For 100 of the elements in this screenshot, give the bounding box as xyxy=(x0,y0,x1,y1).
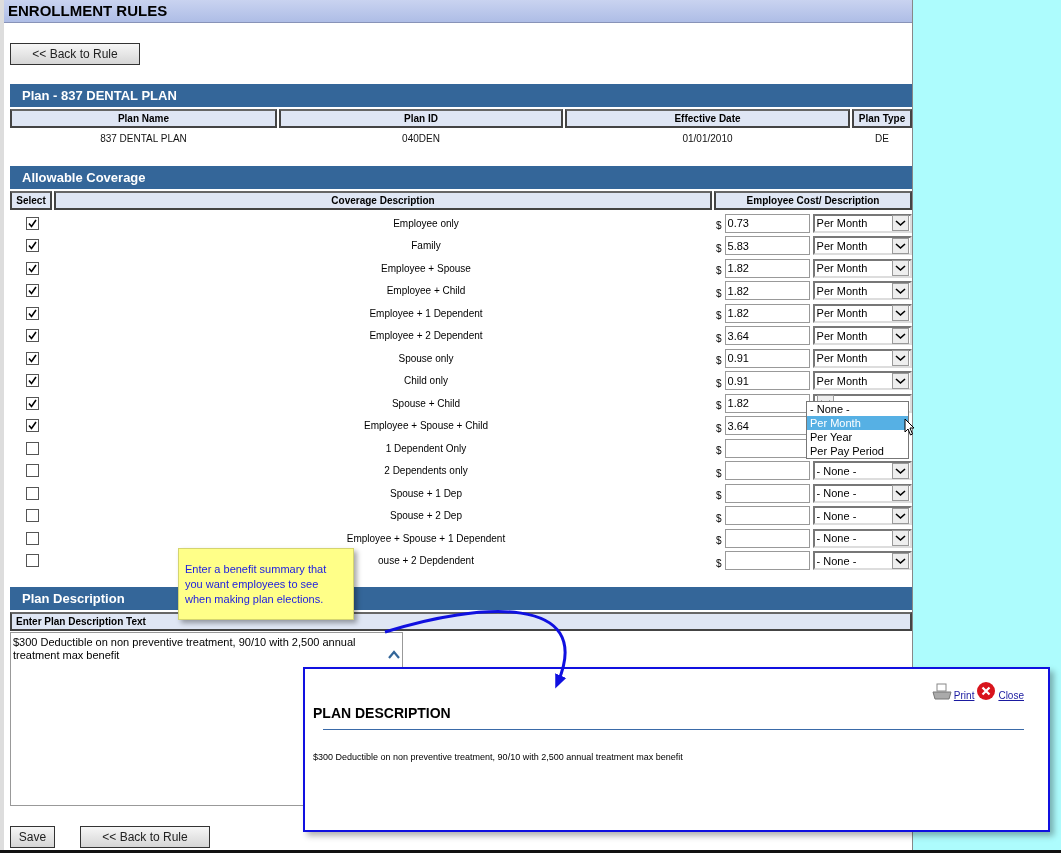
checkbox[interactable] xyxy=(25,216,39,230)
currency-symbol: $ xyxy=(716,355,722,367)
currency-symbol: $ xyxy=(716,445,722,457)
cost-field[interactable]: 0.91 xyxy=(724,371,810,391)
checkbox[interactable] xyxy=(25,486,39,500)
coverage-description: Spouse only xyxy=(397,352,455,364)
table-cell-text: 040DEN xyxy=(401,132,441,146)
coverage-description: Employee + 1 Dependent xyxy=(368,307,484,319)
cost-field[interactable] xyxy=(724,551,810,571)
coverage-description: Spouse + Child xyxy=(390,397,462,409)
currency-symbol: $ xyxy=(716,490,722,502)
column-header: Employee Cost/ Description xyxy=(714,191,912,210)
checkbox[interactable] xyxy=(25,419,39,433)
cost-field[interactable]: 1.82 xyxy=(724,281,810,301)
coverage-description: Child only xyxy=(403,375,449,387)
column-header: Coverage Description xyxy=(54,191,712,210)
back-button[interactable]: << Back to Rule xyxy=(80,826,210,848)
callout-note: Enter a benefit summary that you want employees to see when making plan elections. xyxy=(178,548,354,620)
printer-icon xyxy=(931,683,952,701)
coverage-description: ouse + 2 Depdendent xyxy=(377,555,475,567)
period-select[interactable]: Per Month xyxy=(812,326,912,346)
checkbox[interactable] xyxy=(25,261,39,275)
checkbox[interactable] xyxy=(25,554,39,568)
checkbox[interactable] xyxy=(25,284,39,298)
close-icon xyxy=(976,681,997,701)
chevron-down-icon xyxy=(891,237,909,254)
cost-field[interactable] xyxy=(724,461,810,481)
period-select[interactable]: - None - xyxy=(812,483,912,503)
period-select[interactable]: Per Month xyxy=(812,213,912,233)
chevron-down-icon xyxy=(891,372,909,389)
back-button[interactable]: << Back to Rule xyxy=(10,43,140,65)
checkbox[interactable] xyxy=(25,396,39,410)
coverage-description: Employee only xyxy=(392,217,460,229)
cost-field[interactable]: 3.64 xyxy=(724,326,810,346)
currency-symbol: $ xyxy=(716,512,722,524)
currency-symbol: $ xyxy=(716,220,722,232)
currency-symbol: $ xyxy=(716,332,722,344)
period-select[interactable]: Per Month xyxy=(812,303,912,323)
cost-field[interactable]: 0.73 xyxy=(724,213,810,233)
currency-symbol: $ xyxy=(716,377,722,389)
period-select[interactable]: Per Month xyxy=(812,281,912,301)
chevron-down-icon xyxy=(891,327,909,344)
print-link[interactable]: Print xyxy=(953,690,975,701)
chevron-down-icon xyxy=(891,507,909,524)
table-cell-text: 01/01/2010 xyxy=(681,132,734,146)
currency-symbol: $ xyxy=(716,265,722,277)
table-cell-text: DE xyxy=(874,132,890,146)
cost-field[interactable]: 1.82 xyxy=(724,393,810,413)
coverage-description: 1 Dependent Only xyxy=(384,442,468,454)
cost-field[interactable]: 1.82 xyxy=(724,303,810,323)
period-select[interactable]: - None - xyxy=(812,528,912,548)
period-select[interactable]: - None - xyxy=(812,506,912,526)
coverage-description: Employee + 2 Dependent xyxy=(368,330,484,342)
section-header: Plan - 837 DENTAL PLAN xyxy=(10,84,912,107)
coverage-description: 2 Dependents only xyxy=(383,465,469,477)
currency-symbol: $ xyxy=(716,287,722,299)
table-cell-text: 837 DENTAL PLAN xyxy=(99,132,188,146)
close-link[interactable]: Close xyxy=(998,690,1024,701)
cost-field[interactable] xyxy=(724,506,810,526)
cost-field[interactable] xyxy=(724,528,810,548)
checkbox[interactable] xyxy=(25,239,39,253)
currency-symbol: $ xyxy=(716,535,722,547)
currency-symbol: $ xyxy=(716,467,722,479)
checkbox[interactable] xyxy=(25,509,39,523)
cost-field[interactable]: 1.82 xyxy=(724,258,810,278)
coverage-description: Employee + Child xyxy=(385,285,467,297)
checkbox[interactable] xyxy=(25,441,39,455)
cost-field[interactable]: 5.83 xyxy=(724,236,810,256)
chevron-down-icon xyxy=(891,462,909,479)
period-select[interactable]: Per Month xyxy=(812,371,912,391)
checkbox[interactable] xyxy=(25,531,39,545)
cost-field[interactable] xyxy=(724,483,810,503)
period-select[interactable]: Per Month xyxy=(812,258,912,278)
cost-field[interactable]: 0.91 xyxy=(724,348,810,368)
period-select[interactable]: Per Month xyxy=(812,348,912,368)
column-header: Select xyxy=(10,191,52,210)
page-title: ENROLLMENT RULES xyxy=(4,0,912,23)
save-button[interactable]: Save xyxy=(10,826,55,848)
checkbox[interactable] xyxy=(25,374,39,388)
checkbox[interactable] xyxy=(25,329,39,343)
currency-symbol: $ xyxy=(716,242,722,254)
currency-symbol: $ xyxy=(716,422,722,434)
checkbox[interactable] xyxy=(25,351,39,365)
currency-symbol: $ xyxy=(716,557,722,569)
coverage-description: Spouse + 2 Dep xyxy=(389,510,463,522)
coverage-description: Family xyxy=(410,240,442,252)
column-header: Effective Date xyxy=(565,109,850,128)
period-select[interactable]: Per Month xyxy=(812,236,912,256)
column-header: Plan ID xyxy=(279,109,563,128)
column-header: Plan Type xyxy=(852,109,912,128)
coverage-description: Employee + Spouse xyxy=(380,262,472,274)
checkbox[interactable] xyxy=(25,464,39,478)
chevron-down-icon xyxy=(891,260,909,277)
checkbox[interactable] xyxy=(25,306,39,320)
coverage-description: Employee + Spouse + 1 Dependent xyxy=(345,532,507,544)
period-select[interactable]: - None - xyxy=(812,461,912,481)
period-select[interactable]: - None - xyxy=(812,551,912,571)
section-header: Allowable Coverage xyxy=(10,166,912,189)
chevron-down-icon xyxy=(891,350,909,367)
chevron-down-icon xyxy=(891,282,909,299)
